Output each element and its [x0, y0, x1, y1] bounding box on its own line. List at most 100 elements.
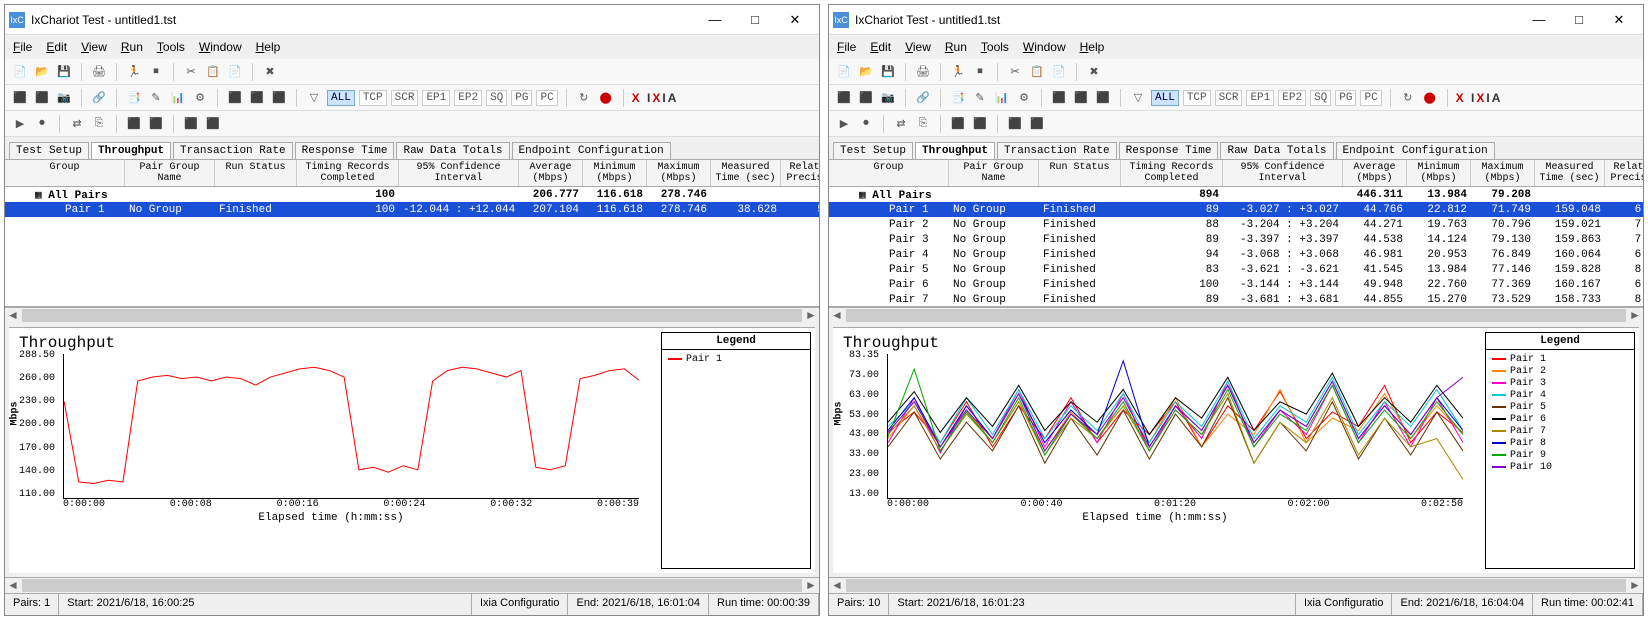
paste-icon[interactable]: 📄 — [226, 63, 244, 81]
delete-icon[interactable]: ✖ — [261, 63, 279, 81]
filter-pc[interactable]: PC — [536, 90, 557, 106]
menu-view[interactable]: View — [81, 40, 107, 54]
filter-pg[interactable]: PG — [1335, 90, 1356, 106]
column-header[interactable]: RelativPrecisio — [1605, 160, 1644, 186]
table-row[interactable]: Pair 3 No Group Finished 89 -3.397 : +3.… — [829, 232, 1643, 247]
menu-file[interactable]: File — [837, 40, 856, 54]
tool2-icon[interactable]: ⬛ — [1072, 89, 1090, 107]
horizontal-scrollbar[interactable]: ◄► — [5, 307, 819, 323]
menu-help[interactable]: Help — [1080, 40, 1105, 54]
filter-sq[interactable]: SQ — [1310, 90, 1331, 106]
paste-icon[interactable]: 📄 — [1050, 63, 1068, 81]
menu-tools[interactable]: Tools — [981, 40, 1009, 54]
filter-tcp[interactable]: TCP — [1183, 90, 1211, 106]
chart-scrollbar[interactable]: ◄► — [5, 577, 819, 593]
summary-row[interactable]: ▦ All Pairs 100 206.777116.618278.746 — [5, 187, 819, 202]
tool2-icon[interactable]: ⬛ — [248, 89, 266, 107]
table-row[interactable]: Pair 4 No Group Finished 94 -3.068 : +3.… — [829, 247, 1643, 262]
net1-icon[interactable]: ⬛ — [125, 115, 143, 133]
clone-icon[interactable]: ⎘ — [90, 115, 108, 133]
column-header[interactable]: Pair GroupName — [125, 160, 215, 186]
tab-raw data totals[interactable]: Raw Data Totals — [396, 142, 509, 159]
group-icon[interactable]: ⬛ — [857, 89, 875, 107]
chart-icon[interactable]: 📊 — [169, 89, 187, 107]
column-header[interactable]: RelativPrecisio — [781, 160, 820, 186]
print-icon[interactable]: 🖨 — [914, 63, 932, 81]
minimize-button[interactable]: — — [695, 7, 735, 33]
table-row[interactable]: Pair 6 No Group Finished 100 -3.144 : +3… — [829, 277, 1643, 292]
close-button[interactable]: ✕ — [775, 7, 815, 33]
reload-icon[interactable]: ↻ — [1399, 89, 1417, 107]
column-header[interactable]: Run Status — [1039, 160, 1121, 186]
column-header[interactable]: 95% ConfidenceInterval — [399, 160, 519, 186]
cut-icon[interactable]: ✂ — [1006, 63, 1024, 81]
run-icon[interactable]: 🏃 — [125, 63, 143, 81]
column-header[interactable]: Maximum(Mbps) — [647, 160, 711, 186]
pair-icon[interactable]: ⬛ — [11, 89, 29, 107]
help-icon[interactable]: ⬤ — [1421, 89, 1439, 107]
copy-icon[interactable]: 📋 — [204, 63, 222, 81]
new-file-icon[interactable]: 📄 — [835, 63, 853, 81]
filter-scr[interactable]: SCR — [1215, 90, 1243, 106]
link-icon[interactable]: 🔗 — [914, 89, 932, 107]
chart-scrollbar[interactable]: ◄► — [829, 577, 1643, 593]
column-header[interactable]: 95% ConfidenceInterval — [1223, 160, 1343, 186]
filter-icon[interactable]: ▽ — [1129, 89, 1147, 107]
app1-icon[interactable]: ⬛ — [182, 115, 200, 133]
column-header[interactable]: Maximum(Mbps) — [1471, 160, 1535, 186]
column-header[interactable]: Pair GroupName — [949, 160, 1039, 186]
help-icon[interactable]: ⬤ — [597, 89, 615, 107]
script-icon[interactable]: 📑 — [949, 89, 967, 107]
tab-endpoint configuration[interactable]: Endpoint Configuration — [512, 142, 671, 159]
tab-test setup[interactable]: Test Setup — [9, 142, 89, 159]
menu-window[interactable]: Window — [199, 40, 242, 54]
chart-icon[interactable]: 📊 — [993, 89, 1011, 107]
group-icon[interactable]: ⬛ — [33, 89, 51, 107]
rec-icon[interactable]: ⏺ — [857, 115, 875, 133]
column-header[interactable]: Timing RecordsCompleted — [297, 160, 399, 186]
delete-icon[interactable]: ✖ — [1085, 63, 1103, 81]
tool3-icon[interactable]: ⬛ — [1094, 89, 1112, 107]
app1-icon[interactable]: ⬛ — [1006, 115, 1024, 133]
tab-throughput[interactable]: Throughput — [91, 142, 171, 159]
maximize-button[interactable]: □ — [735, 7, 775, 33]
copy-icon[interactable]: 📋 — [1028, 63, 1046, 81]
tab-endpoint configuration[interactable]: Endpoint Configuration — [1336, 142, 1495, 159]
net1-icon[interactable]: ⬛ — [949, 115, 967, 133]
table-row[interactable]: Pair 7 No Group Finished 89 -3.681 : +3.… — [829, 292, 1643, 307]
filter-scr[interactable]: SCR — [391, 90, 419, 106]
column-header[interactable]: Group — [829, 160, 949, 186]
table-body[interactable]: ▦ All Pairs 100 206.777116.618278.746 Pa… — [5, 187, 819, 307]
maximize-button[interactable]: □ — [1559, 7, 1599, 33]
table-body[interactable]: ▦ All Pairs 894 446.31113.98479.208 Pair… — [829, 187, 1643, 307]
menu-edit[interactable]: Edit — [46, 40, 67, 54]
save-icon[interactable]: 💾 — [55, 63, 73, 81]
column-header[interactable]: Timing RecordsCompleted — [1121, 160, 1223, 186]
app2-icon[interactable]: ⬛ — [1028, 115, 1046, 133]
filter-pc[interactable]: PC — [1360, 90, 1381, 106]
stop-icon[interactable]: ⏹ — [147, 63, 165, 81]
edit-icon[interactable]: ✎ — [147, 89, 165, 107]
close-button[interactable]: ✕ — [1599, 7, 1639, 33]
open-icon[interactable]: 📂 — [857, 63, 875, 81]
swap-icon[interactable]: ⇄ — [68, 115, 86, 133]
tab-transaction rate[interactable]: Transaction Rate — [173, 142, 293, 159]
column-header[interactable]: Minimum(Mbps) — [583, 160, 647, 186]
link-icon[interactable]: 🔗 — [90, 89, 108, 107]
minimize-button[interactable]: — — [1519, 7, 1559, 33]
config-icon[interactable]: ⚙ — [191, 89, 209, 107]
column-header[interactable]: Run Status — [215, 160, 297, 186]
app2-icon[interactable]: ⬛ — [204, 115, 222, 133]
column-header[interactable]: Group — [5, 160, 125, 186]
filter-ep2[interactable]: EP2 — [454, 90, 482, 106]
filter-ep1[interactable]: EP1 — [422, 90, 450, 106]
column-header[interactable]: Minimum(Mbps) — [1407, 160, 1471, 186]
camera-icon[interactable]: 📷 — [55, 89, 73, 107]
camera-icon[interactable]: 📷 — [879, 89, 897, 107]
reload-icon[interactable]: ↻ — [575, 89, 593, 107]
cut-icon[interactable]: ✂ — [182, 63, 200, 81]
net2-icon[interactable]: ⬛ — [971, 115, 989, 133]
filter-icon[interactable]: ▽ — [305, 89, 323, 107]
table-row[interactable]: Pair 1 No Group Finished 100 -12.044 : +… — [5, 202, 819, 217]
filter-pg[interactable]: PG — [511, 90, 532, 106]
